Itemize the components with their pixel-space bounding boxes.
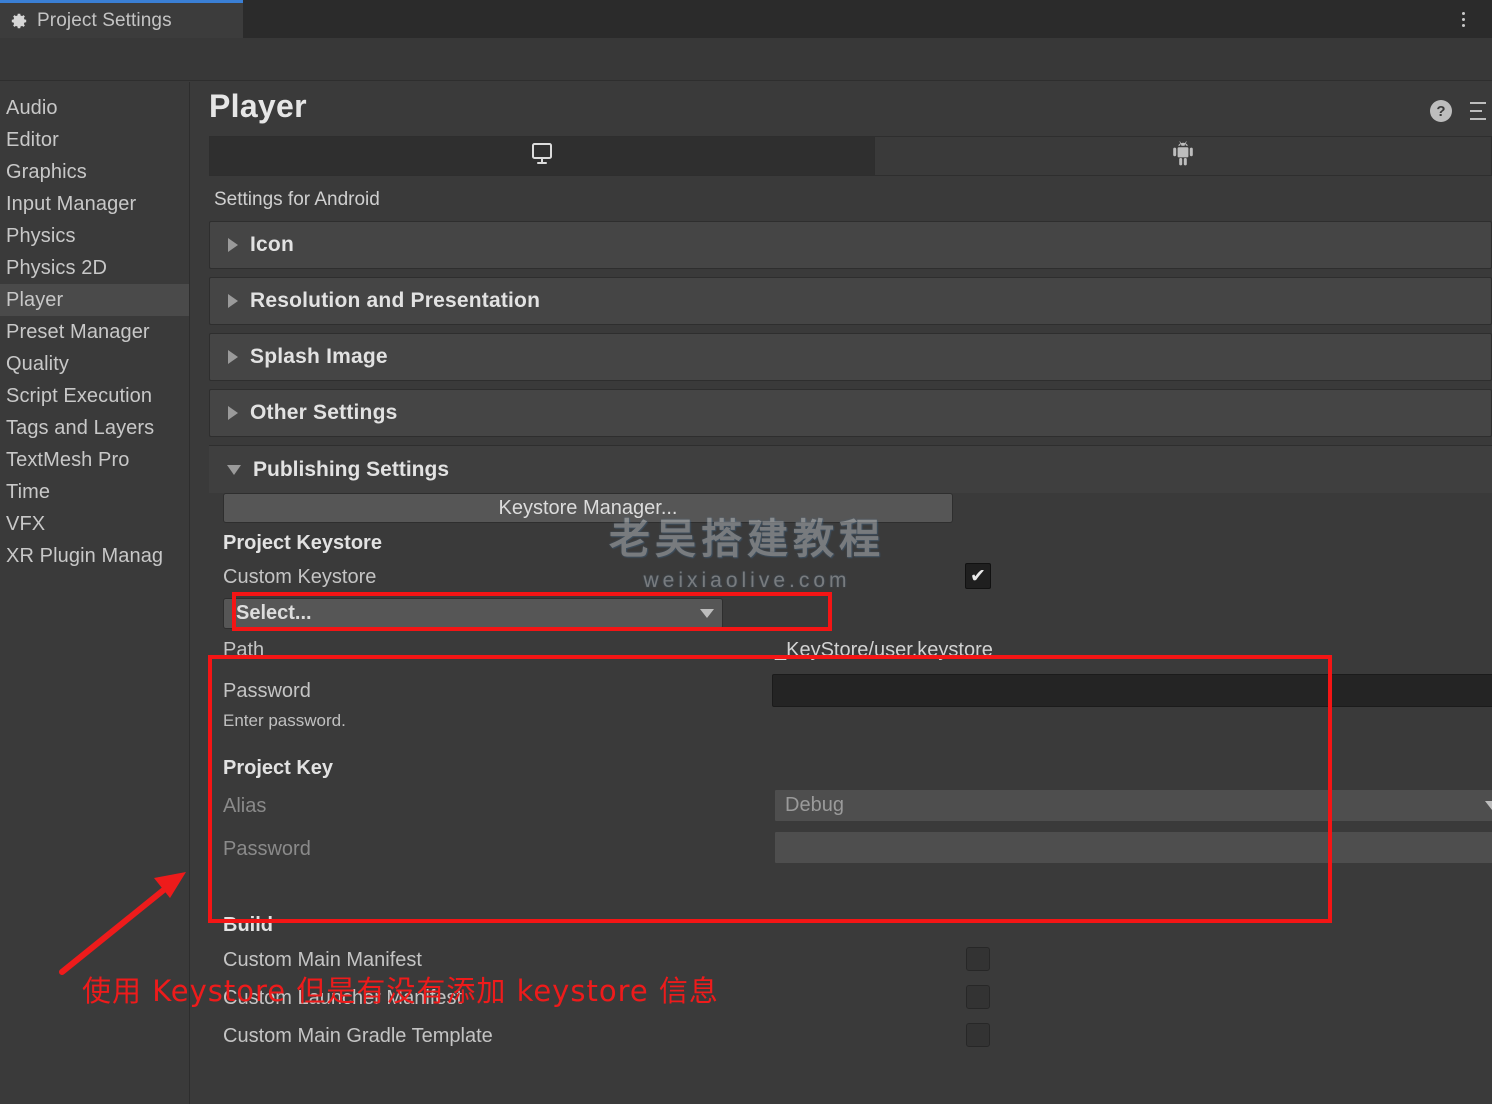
- tab-standalone-desktop[interactable]: [209, 136, 875, 176]
- chevron-down-icon: [700, 609, 714, 618]
- keystore-manager-button[interactable]: Keystore Manager...: [223, 493, 953, 523]
- sidebar-item-label: Player: [6, 289, 63, 312]
- player-settings-panel: Player ?: [191, 82, 1492, 1104]
- row-key-alias[interactable]: Alias Debug: [209, 784, 1492, 828]
- custom-main-gradle-template-label: Custom Main Gradle Template: [223, 1025, 723, 1048]
- sidebar-item-label: TextMesh Pro: [6, 449, 129, 472]
- keystore-password-label: Password: [223, 680, 723, 703]
- unity-project-settings-window: Project Settings Audio Editor Graphics I…: [0, 0, 1492, 1104]
- chevron-down-icon: [1485, 801, 1492, 810]
- gear-icon: [10, 12, 28, 30]
- foldout-other-settings[interactable]: Other Settings: [209, 389, 1492, 437]
- foldout-label: Splash Image: [250, 345, 388, 369]
- desktop-monitor-icon: [529, 142, 555, 171]
- settings-sidebar[interactable]: Audio Editor Graphics Input Manager Phys…: [0, 82, 190, 1104]
- sidebar-item-label: Time: [6, 481, 50, 504]
- sidebar-item-time[interactable]: Time: [0, 476, 189, 508]
- sidebar-item-label: Script Execution: [6, 385, 152, 408]
- custom-keystore-checkbox[interactable]: [965, 563, 991, 589]
- build-group-label: Build: [223, 914, 1492, 937]
- row-custom-main-gradle-template[interactable]: Custom Main Gradle Template: [209, 1017, 1492, 1055]
- sidebar-item-player[interactable]: Player: [0, 284, 189, 316]
- foldout-label: Resolution and Presentation: [250, 289, 540, 313]
- foldout-splash-image[interactable]: Splash Image: [209, 333, 1492, 381]
- sidebar-item-editor[interactable]: Editor: [0, 124, 189, 156]
- annotation-note: 使用 Keystore 但是有没有添加 keystore 信息: [82, 968, 719, 1010]
- password-hint: Enter password.: [223, 711, 1492, 731]
- custom-main-manifest-checkbox[interactable]: [966, 947, 990, 971]
- sidebar-item-textmesh-pro[interactable]: TextMesh Pro: [0, 444, 189, 476]
- keystore-select-label: Select...: [236, 602, 312, 625]
- keystore-password-input[interactable]: [772, 674, 1492, 707]
- sidebar-item-label: Input Manager: [6, 193, 136, 216]
- chevron-down-icon: [227, 465, 241, 475]
- search-row: [0, 38, 1492, 81]
- window-tab-strip: Project Settings: [0, 0, 1492, 38]
- sidebar-item-input-manager[interactable]: Input Manager: [0, 188, 189, 220]
- row-key-password[interactable]: Password: [209, 828, 1492, 870]
- page-title: Player: [209, 88, 307, 125]
- settings-content: Settings for Android Icon Resolution and…: [209, 177, 1492, 1104]
- key-password-label: Password: [223, 838, 723, 861]
- android-robot-icon: [1171, 141, 1195, 172]
- foldout-icon[interactable]: Icon: [209, 221, 1492, 269]
- sidebar-item-label: Physics: [6, 225, 76, 248]
- chevron-right-icon: [228, 350, 238, 364]
- more-options-icon[interactable]: [1452, 6, 1474, 32]
- sidebar-item-preset-manager[interactable]: Preset Manager: [0, 316, 189, 348]
- row-custom-keystore[interactable]: Custom Keystore: [209, 559, 1492, 595]
- sidebar-item-graphics[interactable]: Graphics: [0, 156, 189, 188]
- sidebar-item-physics[interactable]: Physics: [0, 220, 189, 252]
- project-key-group-label: Project Key: [223, 757, 1492, 780]
- custom-keystore-label: Custom Keystore: [223, 566, 723, 589]
- sidebar-item-physics-2d[interactable]: Physics 2D: [0, 252, 189, 284]
- settings-for-android-caption: Settings for Android: [214, 189, 1492, 211]
- sidebar-item-script-execution[interactable]: Script Execution: [0, 380, 189, 412]
- project-keystore-group-label: Project Keystore: [223, 532, 1492, 555]
- sidebar-item-vfx[interactable]: VFX: [0, 508, 189, 540]
- help-icon[interactable]: ?: [1430, 100, 1452, 122]
- sidebar-item-label: Audio: [6, 97, 58, 120]
- custom-main-gradle-template-checkbox[interactable]: [966, 1023, 990, 1047]
- preset-options-icon[interactable]: [1470, 102, 1490, 120]
- sidebar-item-label: Quality: [6, 353, 69, 376]
- sidebar-item-audio[interactable]: Audio: [0, 92, 189, 124]
- tab-android[interactable]: [875, 136, 1492, 176]
- sidebar-item-quality[interactable]: Quality: [0, 348, 189, 380]
- sidebar-item-tags-and-layers[interactable]: Tags and Layers: [0, 412, 189, 444]
- keystore-select-dropdown[interactable]: Select...: [223, 598, 723, 629]
- foldout-resolution-and-presentation[interactable]: Resolution and Presentation: [209, 277, 1492, 325]
- sidebar-item-label: VFX: [6, 513, 45, 536]
- path-label: Path: [223, 639, 723, 662]
- sidebar-item-label: Editor: [6, 129, 59, 152]
- alias-value: Debug: [785, 794, 844, 817]
- alias-label: Alias: [223, 795, 723, 818]
- sidebar-item-label: XR Plugin Manag: [6, 545, 163, 568]
- sidebar-item-xr-plugin-management[interactable]: XR Plugin Manag: [0, 540, 189, 572]
- tab-project-settings-label: Project Settings: [37, 10, 172, 32]
- row-keystore-path: Path _KeyStore/user.keystore: [209, 629, 1492, 671]
- chevron-right-icon: [228, 238, 238, 252]
- sidebar-item-label: Graphics: [6, 161, 87, 184]
- alias-dropdown[interactable]: Debug: [774, 789, 1492, 822]
- sidebar-item-label: Physics 2D: [6, 257, 107, 280]
- platform-tab-bar[interactable]: [209, 136, 1492, 176]
- chevron-right-icon: [228, 294, 238, 308]
- sidebar-item-label: Preset Manager: [6, 321, 150, 344]
- chevron-right-icon: [228, 406, 238, 420]
- sidebar-item-label: Tags and Layers: [6, 417, 154, 440]
- custom-launcher-manifest-checkbox[interactable]: [966, 985, 990, 1009]
- foldout-label: Other Settings: [250, 401, 397, 425]
- foldout-publishing-settings[interactable]: Publishing Settings: [209, 445, 1492, 493]
- foldout-label: Icon: [250, 233, 294, 257]
- tab-project-settings[interactable]: Project Settings: [0, 0, 243, 38]
- path-value: _KeyStore/user.keystore: [775, 639, 993, 662]
- row-keystore-password[interactable]: Password: [209, 671, 1492, 711]
- foldout-label: Publishing Settings: [253, 458, 449, 482]
- key-password-input[interactable]: [774, 831, 1492, 864]
